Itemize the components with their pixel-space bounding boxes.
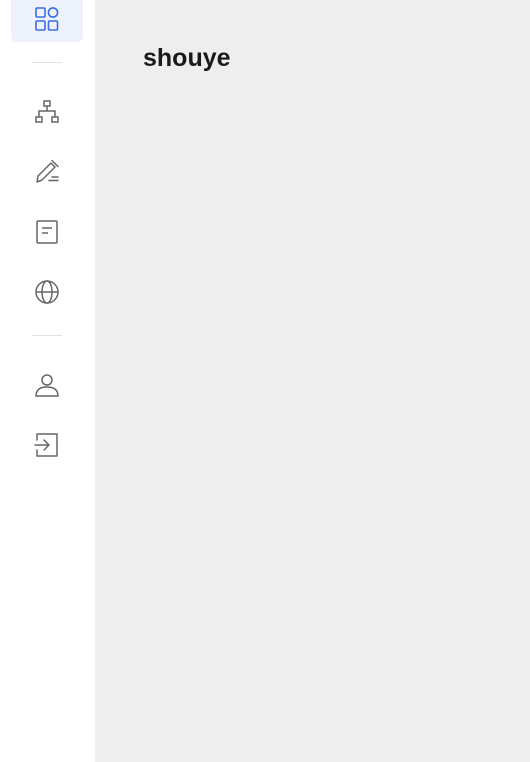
sidebar-item-structure[interactable] <box>11 89 83 135</box>
globe-icon <box>35 280 59 304</box>
main-content: shouye <box>95 0 530 762</box>
document-icon <box>36 220 58 244</box>
sidebar-item-home[interactable] <box>11 0 83 42</box>
sidebar <box>0 0 95 762</box>
sidebar-item-profile[interactable] <box>11 362 83 408</box>
sidebar-divider <box>32 62 62 63</box>
page-title: shouye <box>143 44 231 72</box>
sidebar-item-edit[interactable] <box>11 149 83 195</box>
grid-apps-icon <box>35 7 59 31</box>
sidebar-item-document[interactable] <box>11 209 83 255</box>
sidebar-item-web[interactable] <box>11 269 83 315</box>
logout-icon <box>34 433 58 457</box>
app-window: shouye <box>0 0 530 762</box>
sidebar-item-logout[interactable] <box>11 422 83 468</box>
user-icon <box>35 374 59 397</box>
sidebar-divider <box>32 335 62 336</box>
hierarchy-icon <box>35 100 59 123</box>
pen-edit-icon <box>36 159 59 183</box>
